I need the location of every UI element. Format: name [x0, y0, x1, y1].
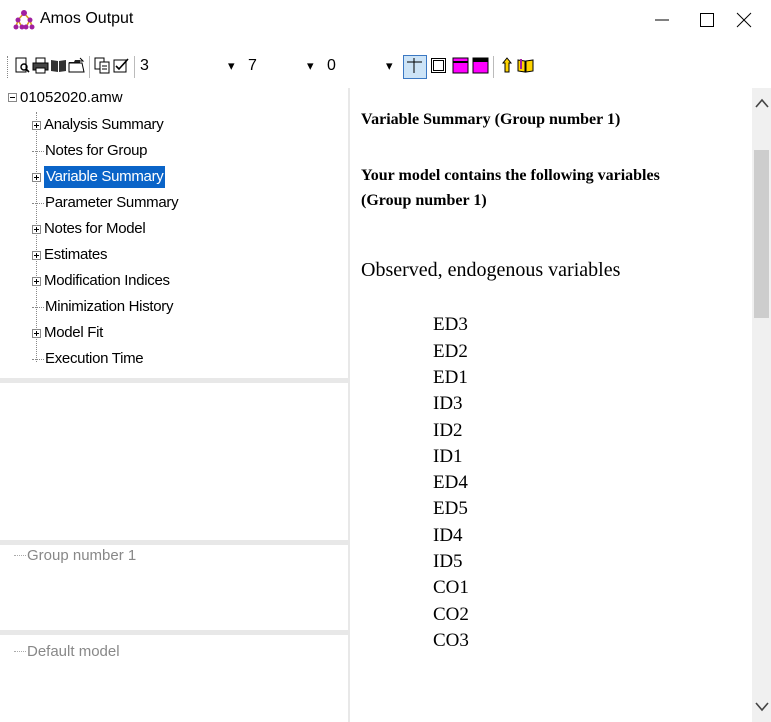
expand-icon[interactable]	[32, 276, 41, 286]
tree-connector	[32, 306, 44, 308]
variable-item: ED1	[433, 367, 468, 388]
maximize-icon	[700, 13, 714, 27]
scroll-down-button[interactable]	[752, 692, 771, 722]
copy-icon[interactable]	[94, 57, 111, 74]
print-icon[interactable]	[32, 57, 49, 74]
chevron-down-icon	[754, 702, 769, 712]
tree-item-variable-summary[interactable]: Variable Summary	[32, 166, 166, 188]
tree-item-label: Notes for Model	[44, 220, 146, 237]
variable-item: ID4	[433, 525, 463, 546]
toolbar: 3 ▾ 7 ▾ 0 ▾	[0, 48, 771, 84]
tree-item-label-selected: Variable Summary	[44, 166, 166, 188]
toolbar-separator	[89, 56, 90, 78]
chevron-down-icon[interactable]: ▾	[307, 58, 314, 74]
tree-item-label: Minimization History	[45, 298, 174, 315]
toolbar-grip[interactable]	[7, 56, 9, 78]
output-navigation-tree: 01052020.amw Analysis Summary Notes for …	[0, 88, 350, 378]
expand-icon[interactable]	[32, 250, 41, 260]
magenta-table-icon[interactable]	[452, 57, 469, 74]
output-content-pane: Variable Summary (Group number 1) Your m…	[350, 88, 752, 722]
variable-item: ED4	[433, 472, 468, 493]
collapse-icon[interactable]	[8, 93, 17, 102]
variable-item: ID5	[433, 551, 463, 572]
tree-root-file[interactable]: 01052020.amw	[8, 89, 123, 106]
tree-item-modification-indices[interactable]: Modification Indices	[32, 270, 170, 292]
subheading-line-2: (Group number 1)	[361, 192, 487, 209]
table-borders-icon[interactable]	[430, 57, 447, 74]
tree-connector	[32, 358, 44, 360]
vertical-scrollbar[interactable]	[752, 88, 771, 722]
model-label: Default model	[27, 643, 120, 660]
model-list-item[interactable]: Default model	[14, 643, 120, 660]
tree-item-notes-for-group[interactable]: Notes for Group	[32, 140, 148, 162]
tree-root-label: 01052020.amw	[20, 89, 123, 106]
tree-item-minimization-history[interactable]: Minimization History	[32, 296, 174, 318]
variable-item: ED2	[433, 341, 468, 362]
expand-icon[interactable]	[32, 328, 41, 338]
variable-item: CO2	[433, 604, 469, 625]
grid-lines-icon[interactable]	[406, 57, 423, 74]
tree-connector	[32, 202, 44, 204]
variable-item: CO3	[433, 630, 469, 651]
tree-item-label: Analysis Summary	[44, 116, 164, 133]
column-spacing-select[interactable]: 7	[248, 57, 257, 75]
pane-divider[interactable]	[0, 378, 350, 383]
title-bar: Amos Output	[0, 0, 771, 40]
group-list-item[interactable]: Group number 1	[14, 547, 136, 564]
close-icon	[736, 12, 752, 28]
chevron-up-icon	[754, 98, 769, 108]
expand-icon[interactable]	[32, 172, 41, 182]
variable-item: ID3	[433, 393, 463, 414]
tree-item-notes-for-model[interactable]: Notes for Model	[32, 218, 146, 240]
book-icon[interactable]	[50, 57, 67, 74]
checkbox-icon[interactable]	[113, 57, 130, 74]
variable-item: ID1	[433, 446, 463, 467]
pointer-up-icon[interactable]	[499, 57, 516, 74]
tree-item-label: Notes for Group	[45, 142, 148, 159]
group-label: Group number 1	[27, 547, 137, 564]
close-button[interactable]	[717, 0, 771, 40]
variable-item: ID2	[433, 420, 463, 441]
toolbar-separator	[134, 56, 135, 78]
tree-item-label: Execution Time	[45, 350, 144, 367]
tree-item-model-fit[interactable]: Model Fit	[32, 322, 103, 344]
tree-item-label: Model Fit	[44, 324, 103, 341]
expand-icon[interactable]	[32, 224, 41, 234]
chevron-down-icon[interactable]: ▾	[228, 58, 235, 74]
open-folder-icon[interactable]	[68, 57, 85, 74]
subheading-line-1: Your model contains the following variab…	[361, 167, 660, 184]
expand-icon[interactable]	[32, 120, 41, 130]
tree-item-analysis-summary[interactable]: Analysis Summary	[32, 114, 164, 136]
pane-divider[interactable]	[0, 540, 350, 545]
scroll-up-button[interactable]	[752, 88, 771, 118]
magenta-window-icon[interactable]	[472, 57, 489, 74]
amos-network-icon	[13, 10, 35, 30]
tree-item-label: Estimates	[44, 246, 108, 263]
tree-item-estimates[interactable]: Estimates	[32, 244, 107, 266]
tree-item-execution-time[interactable]: Execution Time	[32, 348, 144, 370]
section-heading: Variable Summary (Group number 1)	[361, 111, 621, 128]
toolbar-separator	[493, 56, 494, 78]
variable-item: ED3	[433, 314, 468, 335]
pane-divider[interactable]	[0, 630, 350, 635]
variables-section-title: Observed, endogenous variables	[361, 259, 621, 281]
chevron-down-icon[interactable]: ▾	[386, 58, 393, 74]
tree-connector	[14, 651, 26, 652]
variable-item: ED5	[433, 498, 468, 519]
help-book-icon[interactable]	[517, 57, 534, 74]
print-preview-icon[interactable]	[14, 57, 31, 74]
decimals-select[interactable]: 3	[140, 57, 149, 75]
tree-connector	[14, 555, 26, 556]
tree-item-parameter-summary[interactable]: Parameter Summary	[32, 192, 179, 214]
scroll-thumb[interactable]	[754, 150, 769, 318]
tree-item-label: Modification Indices	[44, 272, 170, 289]
window-title: Amos Output	[40, 10, 134, 27]
minimize-icon	[655, 19, 669, 21]
tree-connector	[32, 150, 44, 152]
variable-item: CO1	[433, 577, 469, 598]
tree-item-label: Parameter Summary	[45, 194, 179, 211]
table-rotation-select[interactable]: 0	[327, 57, 336, 75]
